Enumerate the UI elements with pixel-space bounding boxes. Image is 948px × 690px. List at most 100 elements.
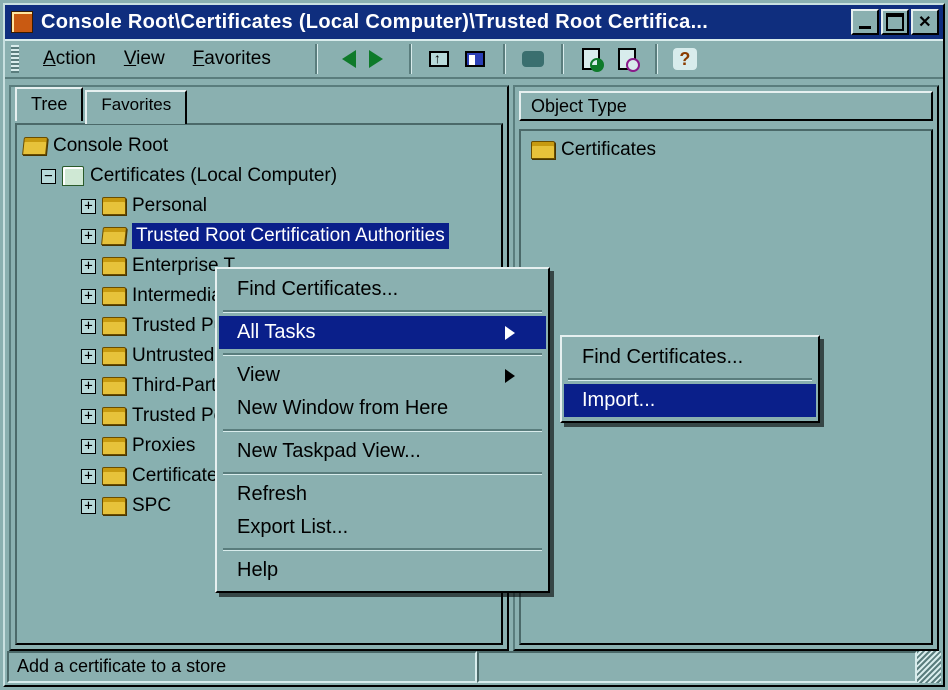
menu-view[interactable]: View — [110, 44, 179, 74]
help-icon: ? — [673, 48, 697, 70]
expander-plus-icon[interactable]: + — [81, 379, 96, 394]
toolbar: ? — [307, 44, 701, 74]
expander-plus-icon[interactable]: + — [81, 409, 96, 424]
expander-plus-icon[interactable]: + — [81, 289, 96, 304]
window-title: Console Root\Certificates (Local Compute… — [41, 11, 845, 34]
ctx-new-window[interactable]: New Window from Here — [219, 392, 546, 425]
ctx-item-label: Refresh — [237, 483, 307, 506]
folder-icon — [102, 377, 126, 395]
left-tabbar: Tree Favorites — [11, 85, 507, 119]
up-button[interactable] — [423, 44, 455, 74]
expander-plus-icon[interactable]: + — [81, 439, 96, 454]
ctx-item-label: Export List... — [237, 516, 348, 539]
node-label: Proxies — [132, 435, 195, 457]
refresh-button[interactable] — [575, 44, 607, 74]
context-submenu-all-tasks: Find Certificates... Import... — [560, 335, 820, 423]
list-item-certificates[interactable]: Certificates — [531, 139, 921, 161]
help-button[interactable]: ? — [669, 44, 701, 74]
forward-button[interactable] — [365, 44, 397, 74]
context-menu: Find Certificates... All Tasks View New … — [215, 267, 550, 593]
submenu-arrow-icon — [505, 326, 522, 340]
node-label: Certificates (Local Computer) — [90, 165, 337, 187]
ctx-find-certificates[interactable]: Find Certificates... — [219, 273, 546, 306]
ctx-export-list[interactable]: Export List... — [219, 511, 546, 544]
folder-icon — [102, 257, 126, 275]
tab-tree[interactable]: Tree — [15, 87, 83, 121]
certificates-snapin-icon — [62, 166, 84, 186]
app-icon — [11, 11, 33, 33]
submenu-arrow-icon — [505, 369, 522, 383]
folder-open-icon — [22, 137, 48, 155]
expander-plus-icon[interactable]: + — [81, 229, 96, 244]
menu-favorites[interactable]: Favorites — [179, 44, 285, 74]
status-cell-2 — [477, 651, 917, 683]
ctx-item-label: Find Certificates... — [237, 278, 398, 301]
node-label: SPC — [132, 495, 171, 517]
mmc-window: Console Root\Certificates (Local Compute… — [3, 3, 945, 687]
menu-separator — [223, 548, 542, 550]
menu-separator — [568, 378, 812, 380]
toolbar-grip — [11, 45, 19, 73]
tab-favorites[interactable]: Favorites — [85, 90, 187, 124]
ctx-all-tasks[interactable]: All Tasks — [219, 316, 546, 349]
folder-open-icon — [101, 227, 127, 245]
arrow-left-icon — [333, 50, 356, 68]
expander-plus-icon[interactable]: + — [81, 469, 96, 484]
sub-find-certificates[interactable]: Find Certificates... — [564, 341, 816, 374]
menu-separator — [223, 429, 542, 431]
ctx-item-label: Find Certificates... — [582, 346, 743, 369]
tree-node-personal[interactable]: + Personal — [23, 191, 497, 221]
show-hide-tree-button[interactable] — [459, 44, 491, 74]
ctx-item-label: New Taskpad View... — [237, 440, 421, 463]
resize-grip-icon[interactable] — [917, 651, 941, 683]
ctx-new-taskpad[interactable]: New Taskpad View... — [219, 435, 546, 468]
expander-plus-icon[interactable]: + — [81, 499, 96, 514]
ctx-refresh[interactable]: Refresh — [219, 478, 546, 511]
expander-plus-icon[interactable]: + — [81, 199, 96, 214]
back-button[interactable] — [329, 44, 361, 74]
ctx-item-label: All Tasks — [237, 321, 316, 344]
column-header-object-type[interactable]: Object Type — [519, 91, 933, 121]
close-button[interactable]: ✕ — [911, 9, 939, 35]
arrow-right-icon — [369, 50, 392, 68]
folder-icon — [102, 197, 126, 215]
menu-separator — [223, 353, 542, 355]
properties-button[interactable] — [517, 44, 549, 74]
ctx-view[interactable]: View — [219, 359, 546, 392]
node-label: Console Root — [53, 135, 168, 157]
status-text: Add a certificate to a store — [7, 651, 477, 683]
sub-import[interactable]: Import... — [564, 384, 816, 417]
tree-toggle-icon — [465, 51, 485, 67]
minimize-button[interactable] — [851, 9, 879, 35]
ctx-help[interactable]: Help — [219, 554, 546, 587]
statusbar: Add a certificate to a store — [7, 651, 941, 683]
folder-icon — [102, 497, 126, 515]
expander-plus-icon[interactable]: + — [81, 349, 96, 364]
titlebar: Console Root\Certificates (Local Compute… — [5, 5, 943, 39]
menu-action[interactable]: Action — [29, 44, 110, 74]
node-label: Personal — [132, 195, 207, 217]
folder-icon — [102, 437, 126, 455]
folder-icon — [531, 141, 555, 159]
folder-up-icon — [429, 51, 449, 67]
ctx-item-label: Import... — [582, 389, 655, 412]
tree-node-certificates-local[interactable]: − Certificates (Local Computer) — [23, 161, 497, 191]
folder-icon — [102, 467, 126, 485]
list-item-label: Certificates — [561, 139, 656, 161]
node-label: Trusted Root Certification Authorities — [132, 223, 449, 249]
tree-node-trusted-root-ca[interactable]: + Trusted Root Certification Authorities — [23, 221, 497, 251]
menubar: Action View Favorites ? — [5, 39, 943, 79]
export-list-button[interactable] — [611, 44, 643, 74]
folder-icon — [102, 347, 126, 365]
expander-plus-icon[interactable]: + — [81, 319, 96, 334]
folder-icon — [102, 287, 126, 305]
maximize-button[interactable] — [881, 9, 909, 35]
ctx-item-label: Help — [237, 559, 278, 582]
menu-separator — [223, 310, 542, 312]
refresh-icon — [582, 48, 600, 70]
tree-node-console-root[interactable]: Console Root — [23, 131, 497, 161]
expander-plus-icon[interactable]: + — [81, 259, 96, 274]
expander-minus-icon[interactable]: − — [41, 169, 56, 184]
menu-separator — [223, 472, 542, 474]
export-icon — [618, 48, 636, 70]
